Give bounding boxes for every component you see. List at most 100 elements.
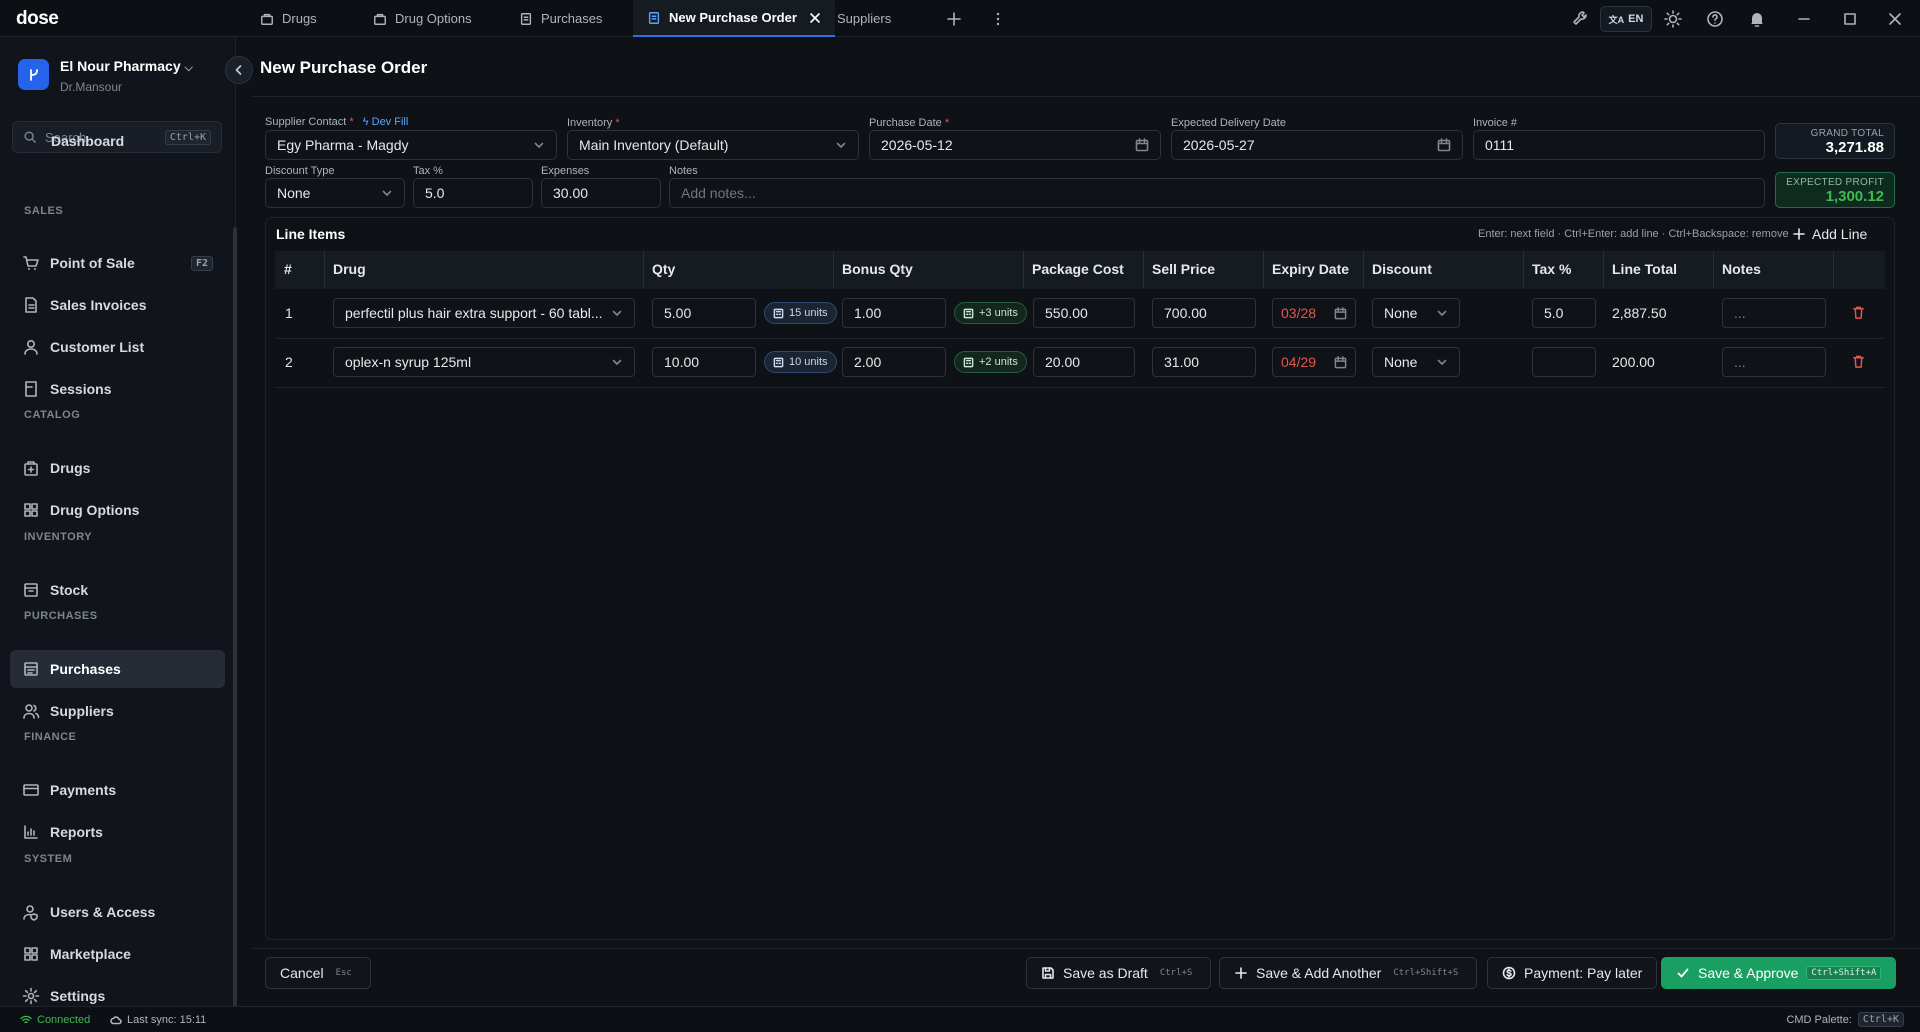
dev-fill-link[interactable]: ϟ Dev Fill — [363, 116, 409, 128]
inventory-select[interactable]: Main Inventory (Default) — [567, 130, 859, 160]
tab-drugs[interactable]: Drugs — [246, 0, 331, 37]
sidebar-item-sales-invoices[interactable]: Sales Invoices — [10, 286, 225, 324]
drug-select[interactable]: oplex-n syrup 125ml — [333, 347, 635, 377]
notes-input[interactable]: ... — [1722, 298, 1826, 328]
page-title: New Purchase Order — [260, 58, 428, 77]
org-logo[interactable] — [18, 59, 49, 90]
tab-new-purchase-order[interactable]: New Purchase Order — [633, 0, 835, 37]
bar-chart-icon — [24, 825, 38, 839]
sun-icon[interactable] — [1663, 9, 1683, 29]
language-switch[interactable]: 文A EN — [1600, 6, 1652, 32]
col-notes: Notes — [1722, 261, 1761, 277]
calendar-icon[interactable] — [1135, 138, 1149, 152]
save-add-another-button[interactable]: Save & Add Another Ctrl+Shift+S — [1219, 957, 1478, 989]
tab-drug-options[interactable]: Drug Options — [359, 0, 486, 37]
chevron-down-icon — [1437, 310, 1447, 316]
sidebar-item-purchases[interactable]: Purchases — [10, 650, 225, 688]
sidebar-item-stock[interactable]: Stock — [10, 571, 225, 609]
maximize-icon[interactable] — [1840, 9, 1860, 29]
sell-price-input[interactable]: 700.00 — [1152, 298, 1256, 328]
chevron-down-icon — [534, 142, 544, 148]
sidebar-item-drugs[interactable]: Drugs — [10, 449, 225, 487]
qty-input[interactable]: 10.00 — [652, 347, 756, 377]
window-close-icon[interactable] — [1885, 9, 1905, 29]
discount-select[interactable]: None — [1372, 298, 1460, 328]
save-approve-button[interactable]: Save & Approve Ctrl+Shift+A — [1661, 957, 1897, 989]
expenses-input[interactable]: 30.00 — [541, 178, 661, 208]
bell-icon[interactable] — [1747, 9, 1767, 29]
tax-input[interactable] — [1532, 347, 1596, 377]
section-system: SYSTEM — [24, 853, 73, 865]
drug-select[interactable]: perfectil plus hair extra support - 60 t… — [333, 298, 635, 328]
sidebar-item-sessions[interactable]: Sessions — [10, 370, 225, 408]
calendar-icon[interactable] — [1437, 138, 1451, 152]
trash-icon[interactable] — [1851, 354, 1866, 369]
help-icon[interactable] — [1705, 9, 1725, 29]
close-icon[interactable] — [809, 12, 821, 24]
delivery-date-field[interactable]: 2026-05-27 — [1171, 130, 1463, 160]
expiry-date-field[interactable]: 04/29 — [1272, 347, 1356, 377]
save-draft-button[interactable]: Save as Draft Ctrl+S — [1026, 957, 1212, 989]
add-line-button[interactable]: Add Line — [1792, 221, 1882, 247]
tab-purchases[interactable]: Purchases — [505, 0, 616, 37]
inventory-label: Inventory * — [567, 117, 620, 129]
sidebar-item-users-access[interactable]: Users & Access — [10, 893, 225, 931]
invoice-input[interactable]: 0111 — [1473, 130, 1765, 160]
cmd-palette-hint[interactable]: CMD Palette: Ctrl+K — [1786, 1012, 1904, 1027]
branch-icon — [29, 68, 38, 81]
notes-input[interactable]: Add notes... — [669, 178, 1765, 208]
sidebar-scrollbar[interactable] — [233, 227, 237, 1032]
sidebar-item-reports[interactable]: Reports — [10, 813, 225, 851]
minimize-icon[interactable] — [1794, 9, 1814, 29]
qty-input[interactable]: 5.00 — [652, 298, 756, 328]
bonus-units-badge: +3 units — [954, 302, 1027, 324]
col-drug: Drug — [333, 261, 366, 277]
sell-price-input[interactable]: 31.00 — [1152, 347, 1256, 377]
collapse-sidebar-button[interactable] — [225, 56, 253, 84]
col-discount: Discount — [1372, 261, 1432, 277]
sidebar-item-marketplace[interactable]: Marketplace — [10, 935, 225, 973]
tax-input[interactable]: 5.0 — [1532, 298, 1596, 328]
supplier-label: Supplier Contact * ϟ Dev Fill — [265, 116, 409, 128]
org-switcher[interactable]: El Nour Pharmacy ⌵ — [60, 58, 193, 75]
notes-input[interactable]: ... — [1722, 347, 1826, 377]
calendar-icon[interactable] — [1334, 306, 1347, 320]
plus-icon[interactable] — [944, 9, 964, 29]
col-package-cost: Package Cost — [1032, 261, 1124, 277]
line-items-title: Line Items — [276, 226, 346, 242]
cancel-button[interactable]: Cancel Esc — [265, 957, 371, 989]
chevron-left-icon — [235, 65, 242, 75]
package-cost-input[interactable]: 20.00 — [1033, 347, 1135, 377]
wrench-icon[interactable] — [1570, 9, 1590, 29]
expiry-date-field[interactable]: 03/28 — [1272, 298, 1356, 328]
gear-icon — [22, 987, 40, 1005]
bonus-qty-input[interactable]: 1.00 — [842, 298, 946, 328]
connection-status: Connected — [20, 1014, 90, 1026]
sidebar-item-customer-list[interactable]: Customer List — [10, 328, 225, 366]
discount-type-label: Discount Type — [265, 165, 335, 177]
expected-profit-box: EXPECTED PROFIT 1,300.12 — [1775, 172, 1895, 208]
trash-icon[interactable] — [1851, 305, 1866, 320]
sidebar-item-drug-options[interactable]: Drug Options — [10, 491, 225, 529]
bonus-qty-input[interactable]: 2.00 — [842, 347, 946, 377]
box-icon — [24, 583, 38, 597]
purchase-date-field[interactable]: 2026-05-12 — [869, 130, 1161, 160]
sidebar-item-suppliers[interactable]: Suppliers — [10, 692, 225, 730]
translate-icon: 文A — [1608, 14, 1625, 25]
sidebar-item-pos[interactable]: Point of Sale F2 — [10, 244, 225, 282]
supplier-select[interactable]: Egy Pharma - Magdy — [265, 130, 557, 160]
more-vertical-icon[interactable] — [988, 9, 1008, 29]
col-sell-price: Sell Price — [1152, 261, 1216, 277]
save-icon — [1042, 967, 1054, 979]
discount-select[interactable]: None — [1372, 347, 1460, 377]
tab-suppliers[interactable]: Suppliers — [823, 0, 905, 37]
sidebar-item-dashboard[interactable]: Dashboard — [10, 125, 225, 149]
tax-input[interactable]: 5.0 — [413, 178, 533, 208]
col-tax: Tax % — [1532, 261, 1572, 277]
payment-button[interactable]: Payment: Pay later — [1487, 957, 1658, 989]
package-cost-input[interactable]: 550.00 — [1033, 298, 1135, 328]
discount-type-select[interactable]: None — [265, 178, 405, 208]
calendar-icon[interactable] — [1334, 355, 1347, 369]
sidebar-item-payments[interactable]: Payments — [10, 771, 225, 809]
plus-icon — [1235, 967, 1247, 979]
